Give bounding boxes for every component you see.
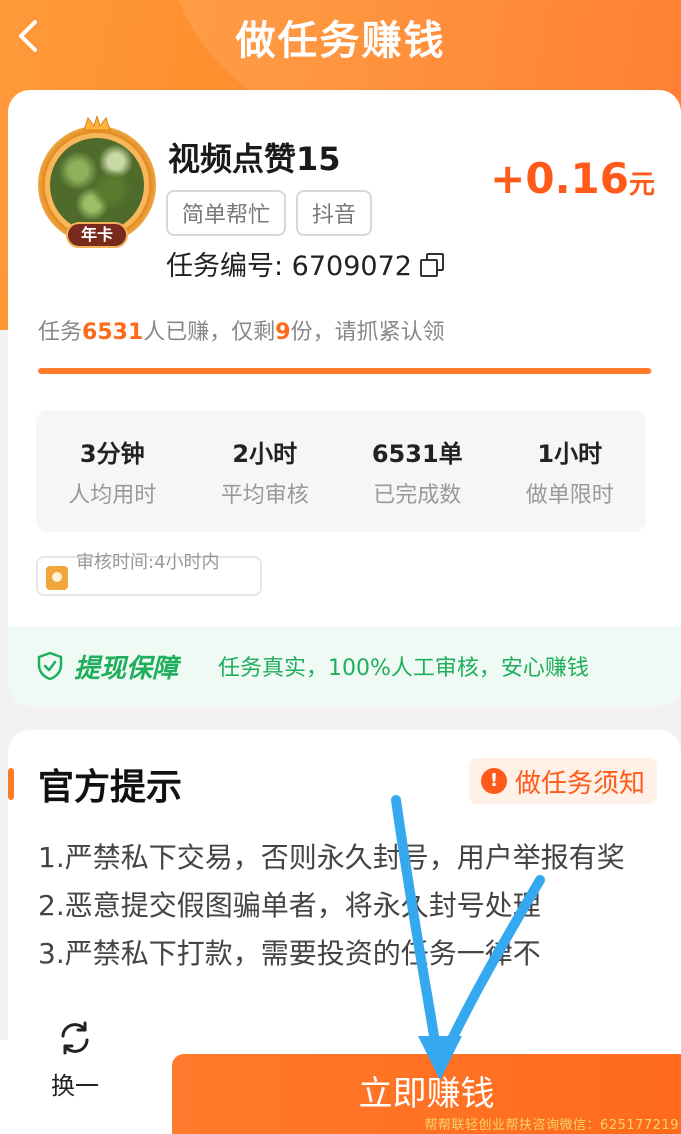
watermark-text: 帮帮联轻创业帮扶咨询微信：625177219 [424,1118,679,1133]
stat-label: 做单限时 [525,482,614,508]
tip-item: 3.严禁私下打款，需要投资的任务一律不 [38,937,541,970]
tips-list: 1.严禁私下交易，否则永久封号，用户举报有奖 2.恶意提交假图骗单者，将永久封号… [38,834,638,978]
tips-title: 官方提示 [38,767,183,808]
task-stats: 3分钟 人均用时 2小时 平均审核 6531单 已完成数 1小时 做单限时 [36,410,646,532]
stat-value: 2小时 [232,439,298,468]
earned-middle: 人已赚，仅剩 [143,320,276,345]
reward-unit: 元 [628,170,655,200]
task-tag: 简单帮忙 [166,190,287,236]
task-notice-button[interactable]: ! 做任务须知 [468,758,657,804]
earned-status: 任务6531人已赚，仅剩9份，请抓紧认领 [38,314,445,346]
task-tag: 抖音 [296,190,373,236]
avatar-image [50,138,144,232]
tip-item: 2.恶意提交假图骗单者，将永久封号处理 [38,889,541,922]
page-title: 做任务赚钱 [235,18,446,64]
stat-value: 3分钟 [79,439,145,468]
progress-bar [38,368,652,374]
stat-value: 6531单 [371,439,463,468]
stat-item: 6531单 已完成数 [347,434,487,509]
guarantee-text: 任务真实，100%人工审核，安心赚钱 [218,656,589,681]
earned-prefix: 任务 [38,320,83,345]
task-notice-label: 做任务须知 [514,768,645,799]
stat-label: 人均用时 [68,482,157,508]
stat-item: 3分钟 人均用时 [42,434,182,509]
remaining-count: 9 [275,320,291,345]
review-time-chip: 审核时间:4小时内 [36,552,262,596]
stat-label: 已完成数 [373,482,462,508]
task-name: 视频点赞15 [168,140,341,178]
earned-suffix: 份，请抓紧认领 [290,320,445,345]
official-tips-card: 官方提示 ! 做任务须知 1.严禁私下交易，否则永久封号，用户举报有奖 2.恶意… [8,730,681,1060]
earned-count: 6531 [82,320,144,345]
membership-badge: 年卡 [66,222,128,248]
shield-check-icon [37,651,63,681]
stat-item: 1小时 做单限时 [500,434,640,509]
withdraw-guarantee: 提现保障 任务真实，100%人工审核，安心赚钱 [8,626,681,706]
reward-amount: +0.16元 [490,154,655,203]
avatar: 年卡 [32,116,162,250]
stat-label: 平均审核 [220,482,309,508]
refresh-icon [61,1021,89,1055]
switch-task-label: 换一 [51,1072,99,1100]
task-tags: 简单帮忙 抖音 [166,190,373,236]
clock-icon [46,566,68,590]
progress-fill [38,368,652,374]
crown-icon [83,116,111,131]
section-accent-bar [8,768,14,800]
reward-value: +0.16 [490,154,629,203]
tip-item: 1.严禁私下交易，否则永久封号，用户举报有奖 [38,841,625,874]
switch-task-button[interactable]: 换一 [30,1021,120,1134]
info-icon: ! [480,768,507,794]
stat-item: 2小时 平均审核 [195,434,335,509]
copy-icon[interactable] [419,252,444,277]
task-card: 年卡 视频点赞15 简单帮忙 抖音 +0.16元 任务编号: 6709072 任… [8,90,681,706]
stat-value: 1小时 [537,439,603,468]
review-time-text: 审核时间:4小时内 [76,552,220,573]
guarantee-title: 提现保障 [74,653,179,684]
task-number-label: 任务编号: 6709072 [166,251,412,282]
task-number: 任务编号: 6709072 [166,244,444,283]
